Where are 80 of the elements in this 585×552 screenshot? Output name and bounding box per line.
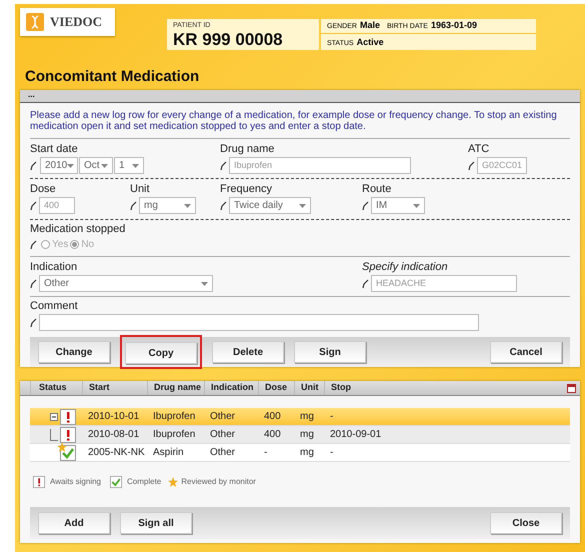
column-header[interactable]: Stop xyxy=(324,381,444,395)
pencil-icon[interactable] xyxy=(30,240,37,250)
action-button[interactable]: Sign all xyxy=(120,512,192,534)
field-label: Unit xyxy=(130,183,151,196)
panel-header: ... xyxy=(20,90,580,103)
caret-icon xyxy=(413,204,420,208)
field-label: Start date xyxy=(30,143,79,156)
table-cell-text: Ibuprofen xyxy=(152,410,196,424)
table-cell-text: 2010-08-01 xyxy=(87,428,140,442)
tree-connector-icon xyxy=(50,428,58,440)
table-cell-text: mg xyxy=(299,446,315,460)
column-header[interactable]: Start xyxy=(82,381,147,395)
column-header[interactable]: Indication xyxy=(204,381,258,395)
table-cell-text: 400 xyxy=(263,410,282,424)
table-cell-text: 2010-09-01 xyxy=(329,428,382,442)
field-label: Drug name xyxy=(220,143,276,156)
table-cell-text: - xyxy=(329,446,334,460)
field-label: Medication stopped xyxy=(30,223,126,236)
checkmark-icon xyxy=(110,476,122,488)
legend-label: Awaits signing xyxy=(50,476,101,488)
field-label: Specify indication xyxy=(362,261,449,274)
table-row[interactable]: 2010-10-01 Ibuprofen Other 400 mg - xyxy=(30,408,570,426)
caret-icon xyxy=(299,204,306,208)
caret-icon xyxy=(101,164,108,168)
table-cell-text: mg xyxy=(299,428,315,442)
table-cell-text: - xyxy=(329,410,334,424)
caret-icon xyxy=(67,164,74,168)
pencil-icon[interactable] xyxy=(220,160,227,170)
field-label: Dose xyxy=(30,183,57,196)
radio-label: No xyxy=(81,238,94,252)
instruction-text: Please add a new log row for every change of a medication, for example dose or frequency change. To stop an existing medication open it and set medication stopped to yes and enter a stop date. xyxy=(30,110,570,139)
pencil-icon[interactable] xyxy=(362,278,369,288)
field-label: Indication xyxy=(30,261,78,274)
collapse-toggle-icon[interactable] xyxy=(50,412,58,420)
pencil-icon[interactable] xyxy=(30,278,37,288)
table-cell-text: Other xyxy=(209,428,236,442)
column-header[interactable]: Dose xyxy=(258,381,294,395)
pencil-icon[interactable] xyxy=(30,160,37,170)
exclamation-icon xyxy=(33,476,45,488)
field-label: Frequency xyxy=(220,183,273,196)
caret-icon xyxy=(132,164,139,168)
table-cell-text: mg xyxy=(299,410,315,424)
action-button[interactable]: Add xyxy=(38,512,110,534)
column-header[interactable]: Status xyxy=(30,381,82,395)
table-cell-text: Ibuprofen xyxy=(152,428,196,442)
pencil-icon[interactable] xyxy=(30,318,37,328)
table-row[interactable]: 2010-08-01 Ibuprofen Other 400 mg 2010-09-01 xyxy=(30,426,570,444)
table-icon[interactable] xyxy=(567,384,576,393)
legend-label: Reviewed by monitor xyxy=(181,476,256,488)
table-cell-text: 2005-NK-NK xyxy=(87,446,146,460)
pencil-icon[interactable] xyxy=(30,200,37,210)
column-header[interactable]: Drug name xyxy=(147,381,204,395)
pencil-icon[interactable] xyxy=(362,200,369,210)
table-cell-text: Aspirin xyxy=(152,446,185,460)
patient-id: KR 999 00008 xyxy=(173,30,284,49)
gender-value: Male xyxy=(360,19,380,32)
field-label: Route xyxy=(362,183,392,196)
caret-icon xyxy=(184,204,191,208)
column-header[interactable]: Unit xyxy=(294,381,324,395)
legend-label: Complete xyxy=(127,476,162,488)
table-cell-text: - xyxy=(263,446,268,460)
table-cell-text: 2010-10-01 xyxy=(87,410,140,424)
action-button[interactable]: Close xyxy=(490,512,562,534)
star-icon xyxy=(168,477,178,487)
field-label: Comment xyxy=(30,300,79,313)
pencil-icon[interactable] xyxy=(130,200,137,210)
caret-icon xyxy=(201,282,208,286)
table-cell-text: 400 xyxy=(263,428,282,442)
table-cell-text: Other xyxy=(209,410,236,424)
status-value: Active xyxy=(356,36,384,49)
logo-icon xyxy=(26,13,44,31)
table-row[interactable]: 2005-NK-NK Aspirin Other - mg - xyxy=(30,444,570,462)
radio-label: Yes xyxy=(52,238,68,252)
pencil-icon[interactable] xyxy=(220,200,227,210)
field-label: ATC xyxy=(468,143,490,156)
page-title: Concomitant Medication xyxy=(24,67,200,87)
table-cell-text: Other xyxy=(209,446,236,460)
pencil-icon[interactable] xyxy=(468,160,475,170)
birth-date-value: 1963-01-09 xyxy=(430,19,477,32)
logo-text: VIEDOC xyxy=(50,13,102,32)
